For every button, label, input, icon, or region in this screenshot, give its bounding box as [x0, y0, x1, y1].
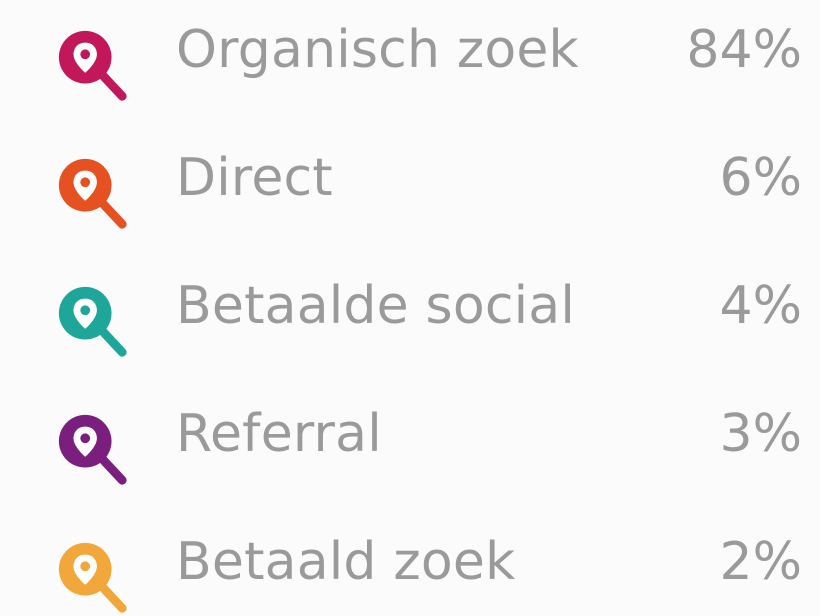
search-location-icon	[54, 154, 132, 232]
source-label: Organisch zoek	[176, 20, 579, 80]
list-item-direct: Direct 6%	[0, 138, 820, 229]
source-label: Betaald zoek	[176, 532, 516, 592]
source-percent: 2%	[719, 532, 803, 592]
list-item-organisch-zoek: Organisch zoek 84%	[0, 10, 820, 101]
source-percent: 3%	[719, 404, 803, 464]
list-item-betaald-zoek: Betaald zoek 2%	[0, 522, 820, 613]
source-label: Direct	[176, 148, 333, 208]
source-percent: 84%	[686, 20, 802, 80]
source-percent: 6%	[719, 148, 803, 208]
search-location-icon	[54, 282, 132, 360]
search-location-icon	[54, 410, 132, 488]
list-item-referral: Referral 3%	[0, 394, 820, 485]
source-label: Betaalde social	[176, 276, 576, 336]
traffic-source-list: Organisch zoek 84% Direct 6% Betaalde so…	[0, 0, 820, 613]
list-item-betaalde-social: Betaalde social 4%	[0, 266, 820, 357]
search-location-icon	[54, 538, 132, 616]
search-location-icon	[54, 26, 132, 104]
source-label: Referral	[176, 404, 382, 464]
source-percent: 4%	[719, 276, 803, 336]
